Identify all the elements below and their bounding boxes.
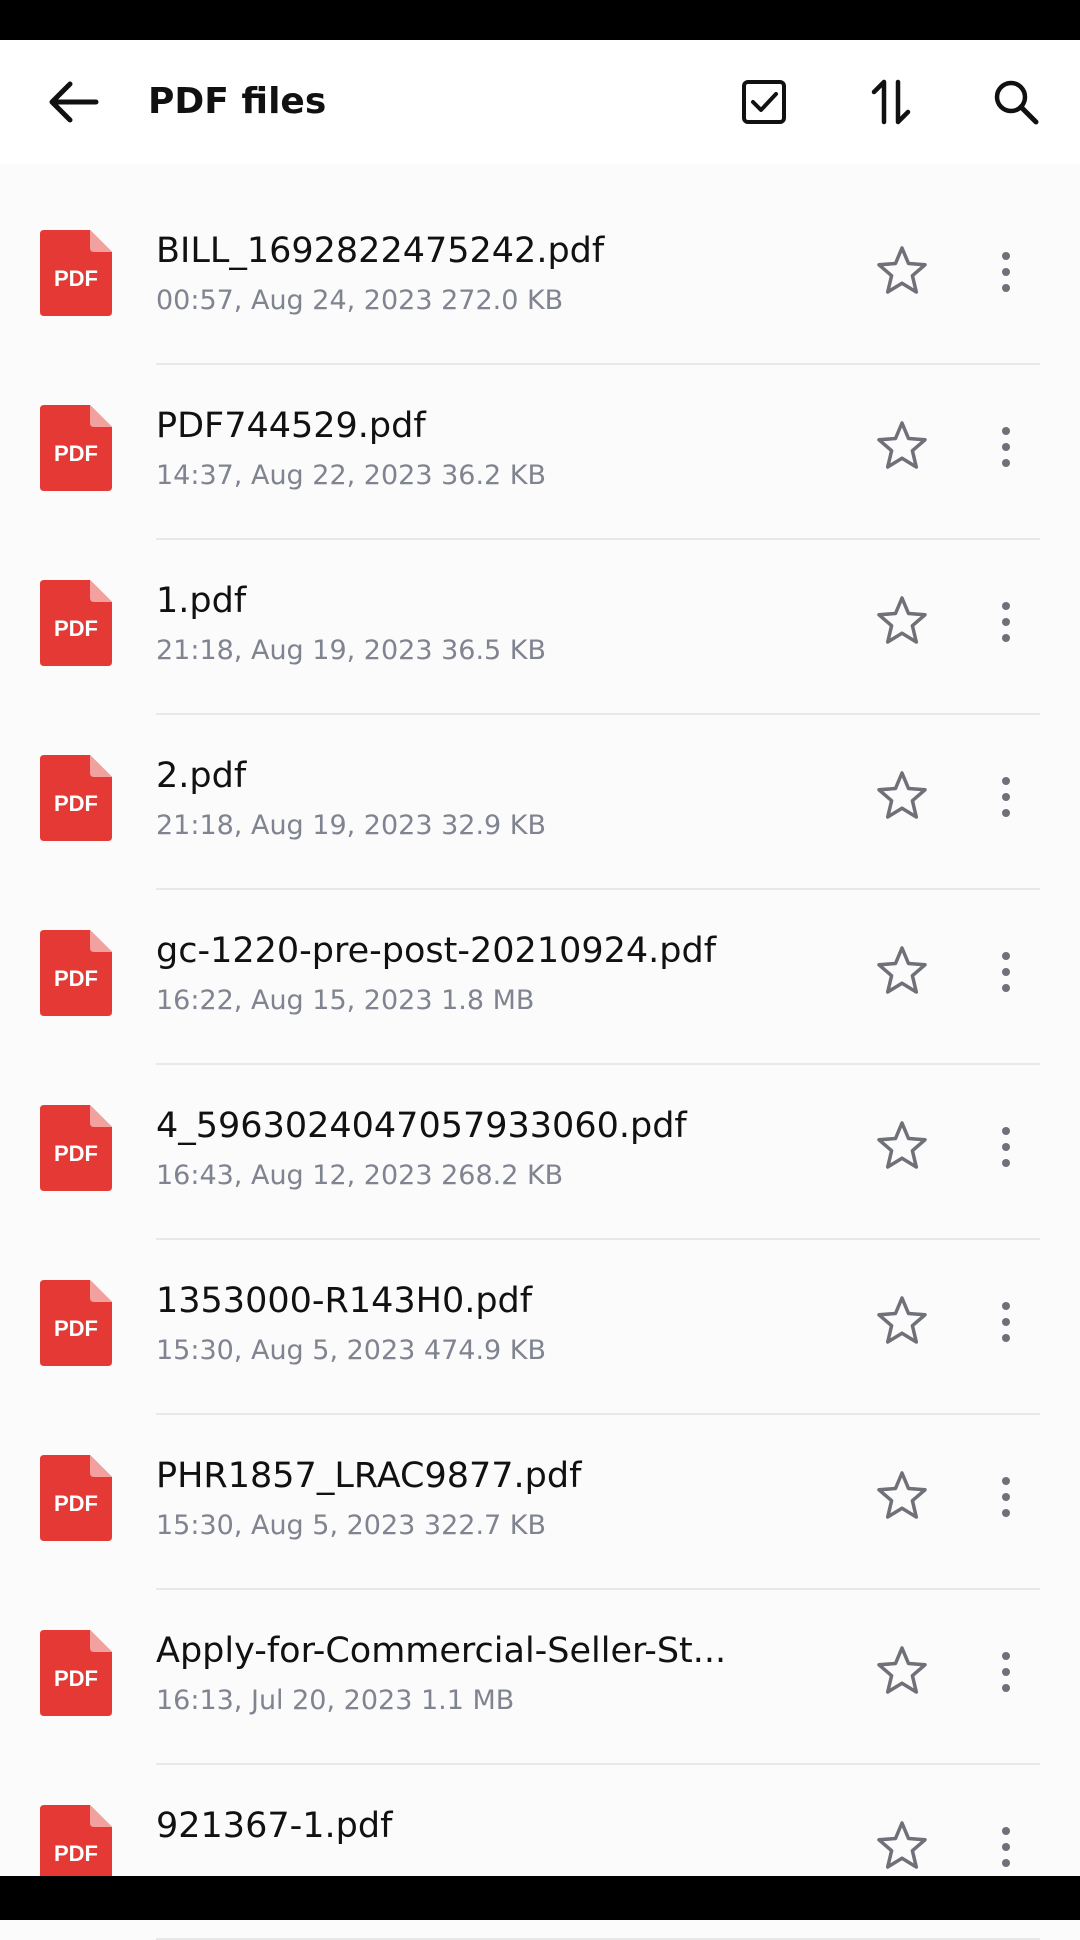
list-item[interactable]: PDF 4_5963024047057933060.pdf 16:43, Aug…	[0, 1065, 1080, 1240]
file-name: PDF744529.pdf	[156, 406, 426, 446]
svg-text:PDF: PDF	[54, 966, 98, 991]
search-icon	[994, 80, 1039, 125]
file-meta: 14:37, Aug 22, 2023 36.2 KB	[156, 460, 547, 491]
favorite-button[interactable]	[872, 1642, 932, 1702]
star-icon	[877, 1121, 927, 1169]
more-options-button[interactable]	[984, 1117, 1028, 1177]
svg-text:PDF: PDF	[54, 1316, 98, 1341]
more-vert-icon	[1002, 1302, 1010, 1310]
file-meta: 21:18, Aug 19, 2023 32.9 KB	[156, 810, 547, 841]
star-icon	[877, 421, 927, 469]
more-vert-icon	[1002, 1127, 1010, 1135]
file-meta: 15:30, Aug 5, 2023 474.9 KB	[156, 1335, 547, 1366]
more-vert-icon	[1002, 602, 1010, 610]
more-vert-icon	[1002, 1827, 1010, 1835]
more-options-button[interactable]	[984, 417, 1028, 477]
status-bar	[0, 0, 1080, 40]
navigation-bar	[0, 1876, 1080, 1920]
more-options-button[interactable]	[984, 1467, 1028, 1527]
svg-text:PDF: PDF	[54, 1141, 98, 1166]
more-vert-icon	[1002, 427, 1010, 435]
file-name: Apply-for-Commercial-Seller-St...	[156, 1631, 727, 1671]
more-options-button[interactable]	[984, 1642, 1028, 1702]
star-icon	[877, 771, 927, 819]
file-meta: 16:22, Aug 15, 2023 1.8 MB	[156, 985, 535, 1016]
page-title: PDF files	[148, 81, 327, 122]
star-icon	[877, 246, 927, 294]
star-icon	[877, 1296, 927, 1344]
list-item[interactable]: PDF BILL_1692822475242.pdf 00:57, Aug 24…	[0, 190, 1080, 365]
pdf-file-icon: PDF	[40, 1630, 112, 1716]
arrow-left-icon[interactable]	[42, 70, 106, 134]
svg-text:PDF: PDF	[54, 791, 98, 816]
pdf-file-icon: PDF	[40, 930, 112, 1016]
favorite-button[interactable]	[872, 767, 932, 827]
pdf-file-icon: PDF	[40, 580, 112, 666]
more-options-button[interactable]	[984, 1292, 1028, 1352]
sort-icon	[871, 79, 911, 125]
file-name: BILL_1692822475242.pdf	[156, 231, 605, 271]
list-item[interactable]: PDF PHR1857_LRAC9877.pdf 15:30, Aug 5, 2…	[0, 1415, 1080, 1590]
select-button[interactable]	[732, 70, 796, 134]
svg-text:PDF: PDF	[54, 441, 98, 466]
more-options-button[interactable]	[984, 942, 1028, 1002]
svg-text:PDF: PDF	[54, 1841, 98, 1866]
list-item[interactable]: PDF gc-1220-pre-post-20210924.pdf 16:22,…	[0, 890, 1080, 1065]
more-vert-icon	[1002, 252, 1010, 260]
file-name: 1353000-R143H0.pdf	[156, 1281, 533, 1321]
star-icon	[877, 1471, 927, 1519]
more-options-button[interactable]	[984, 242, 1028, 302]
more-options-button[interactable]	[984, 767, 1028, 827]
more-vert-icon	[1002, 952, 1010, 960]
file-meta: 00:57, Aug 24, 2023 272.0 KB	[156, 285, 564, 316]
pdf-file-icon: PDF	[40, 230, 112, 316]
favorite-button[interactable]	[872, 242, 932, 302]
file-name: PHR1857_LRAC9877.pdf	[156, 1456, 582, 1496]
svg-text:PDF: PDF	[54, 616, 98, 641]
file-list: PDF BILL_1692822475242.pdf 00:57, Aug 24…	[0, 190, 1080, 1940]
star-icon	[877, 1646, 927, 1694]
list-item[interactable]: PDF 1353000-R143H0.pdf 15:30, Aug 5, 202…	[0, 1240, 1080, 1415]
favorite-button[interactable]	[872, 592, 932, 652]
more-vert-icon	[1002, 1477, 1010, 1485]
favorite-button[interactable]	[872, 1467, 932, 1527]
svg-text:PDF: PDF	[54, 1666, 98, 1691]
list-item[interactable]: PDF PDF744529.pdf 14:37, Aug 22, 2023 36…	[0, 365, 1080, 540]
file-meta: 16:43, Aug 12, 2023 268.2 KB	[156, 1160, 564, 1191]
file-name: 4_5963024047057933060.pdf	[156, 1106, 687, 1146]
list-item[interactable]: PDF 1.pdf 21:18, Aug 19, 2023 36.5 KB	[0, 540, 1080, 715]
pdf-file-icon: PDF	[40, 1280, 112, 1366]
checkbox-icon	[742, 80, 786, 124]
app-bar: PDF files	[0, 40, 1080, 164]
more-options-button[interactable]	[984, 1817, 1028, 1877]
file-meta: 16:13, Jul 20, 2023 1.1 MB	[156, 1685, 515, 1716]
svg-text:PDF: PDF	[54, 1491, 98, 1516]
search-button[interactable]	[984, 70, 1048, 134]
pdf-file-icon: PDF	[40, 405, 112, 491]
file-meta: 21:18, Aug 19, 2023 36.5 KB	[156, 635, 547, 666]
file-name: 2.pdf	[156, 756, 247, 796]
star-icon	[877, 596, 927, 644]
file-meta: 15:30, Aug 5, 2023 322.7 KB	[156, 1510, 547, 1541]
list-item[interactable]: PDF Apply-for-Commercial-Seller-St... 16…	[0, 1590, 1080, 1765]
favorite-button[interactable]	[872, 942, 932, 1002]
sort-button[interactable]	[860, 70, 924, 134]
more-options-button[interactable]	[984, 592, 1028, 652]
more-vert-icon	[1002, 1652, 1010, 1660]
favorite-button[interactable]	[872, 1817, 932, 1877]
pdf-file-icon: PDF	[40, 755, 112, 841]
list-item[interactable]: PDF 2.pdf 21:18, Aug 19, 2023 32.9 KB	[0, 715, 1080, 890]
favorite-button[interactable]	[872, 1292, 932, 1352]
favorite-button[interactable]	[872, 1117, 932, 1177]
star-icon	[877, 946, 927, 994]
svg-text:PDF: PDF	[54, 266, 98, 291]
pdf-file-icon: PDF	[40, 1105, 112, 1191]
more-vert-icon	[1002, 777, 1010, 785]
file-name: 921367-1.pdf	[156, 1806, 393, 1846]
star-icon	[877, 1821, 927, 1869]
favorite-button[interactable]	[872, 417, 932, 477]
file-name: gc-1220-pre-post-20210924.pdf	[156, 931, 717, 971]
file-name: 1.pdf	[156, 581, 247, 621]
pdf-file-icon: PDF	[40, 1455, 112, 1541]
